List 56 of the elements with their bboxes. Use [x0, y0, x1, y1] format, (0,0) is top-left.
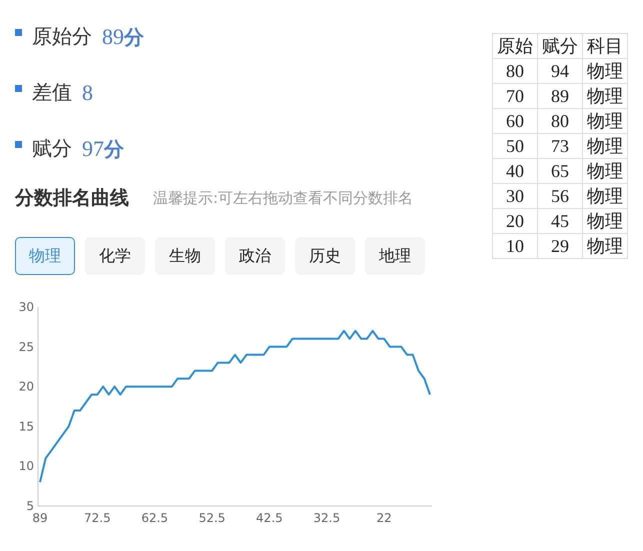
- table-cell: 50: [492, 134, 538, 158]
- table-cell: 物理: [582, 234, 628, 258]
- table-cell: 物理: [582, 158, 628, 184]
- bullet-icon: [15, 28, 22, 36]
- table-cell: 73: [538, 134, 582, 158]
- subject-tab[interactable]: 化学: [85, 236, 145, 274]
- score-value: 8: [82, 78, 93, 106]
- x-tick-label: 22: [376, 510, 392, 524]
- table-cell: 10: [492, 234, 538, 258]
- column-header: 原始: [492, 34, 538, 58]
- table-cell: 65: [538, 158, 582, 184]
- table-cell: 60: [492, 108, 538, 134]
- x-tick-label: 32.5: [313, 510, 340, 524]
- subject-tab[interactable]: 历史: [295, 236, 355, 274]
- table-cell: 45: [538, 208, 582, 234]
- table-cell: 94: [538, 58, 582, 84]
- score-label: 差值: [32, 79, 72, 106]
- y-tick-label: 25: [18, 339, 34, 354]
- table-cell: 80: [492, 58, 538, 84]
- table-cell: 40: [492, 158, 538, 184]
- table-cell: 物理: [582, 84, 628, 108]
- y-tick-label: 15: [18, 418, 34, 433]
- table-cell: 物理: [582, 184, 628, 208]
- score-label: 赋分: [32, 135, 72, 162]
- x-tick-label: 72.5: [84, 510, 111, 524]
- table-cell: 30: [492, 184, 538, 208]
- table-cell: 70: [492, 84, 538, 108]
- table-cell: 20: [492, 208, 538, 234]
- score-value: 97分: [82, 134, 124, 162]
- x-tick-label: 52.5: [198, 510, 226, 524]
- bullet-icon: [15, 84, 22, 92]
- x-tick-label: 62.5: [141, 510, 168, 524]
- x-tick-label: 42.5: [256, 510, 283, 524]
- hint-text: 温馨提示:可左右拖动查看不同分数排名: [153, 188, 414, 209]
- table-cell: 物理: [582, 208, 628, 234]
- table-cell: 80: [538, 108, 582, 134]
- column-header: 科目: [582, 34, 628, 58]
- y-tick-label: 20: [18, 379, 34, 394]
- section-title: 分数排名曲线: [15, 186, 129, 211]
- y-tick-label: 10: [18, 458, 34, 473]
- table-cell: 29: [538, 234, 582, 258]
- score-value: 89分: [102, 22, 144, 50]
- bullet-icon: [15, 140, 22, 148]
- table-cell: 物理: [582, 108, 628, 134]
- y-tick-label: 30: [18, 300, 34, 314]
- table-cell: 56: [538, 184, 582, 208]
- x-tick-label: 89: [32, 510, 48, 524]
- table-cell: 物理: [582, 58, 628, 84]
- table-cell: 物理: [582, 134, 628, 158]
- score-label: 原始分: [32, 23, 92, 50]
- column-header: 赋分: [538, 34, 582, 58]
- subject-tab[interactable]: 生物: [155, 236, 215, 274]
- subject-tab[interactable]: 地理: [365, 236, 425, 274]
- subject-tab[interactable]: 政治: [225, 236, 285, 274]
- table-cell: 89: [538, 84, 582, 108]
- y-tick-label: 5: [26, 498, 34, 512]
